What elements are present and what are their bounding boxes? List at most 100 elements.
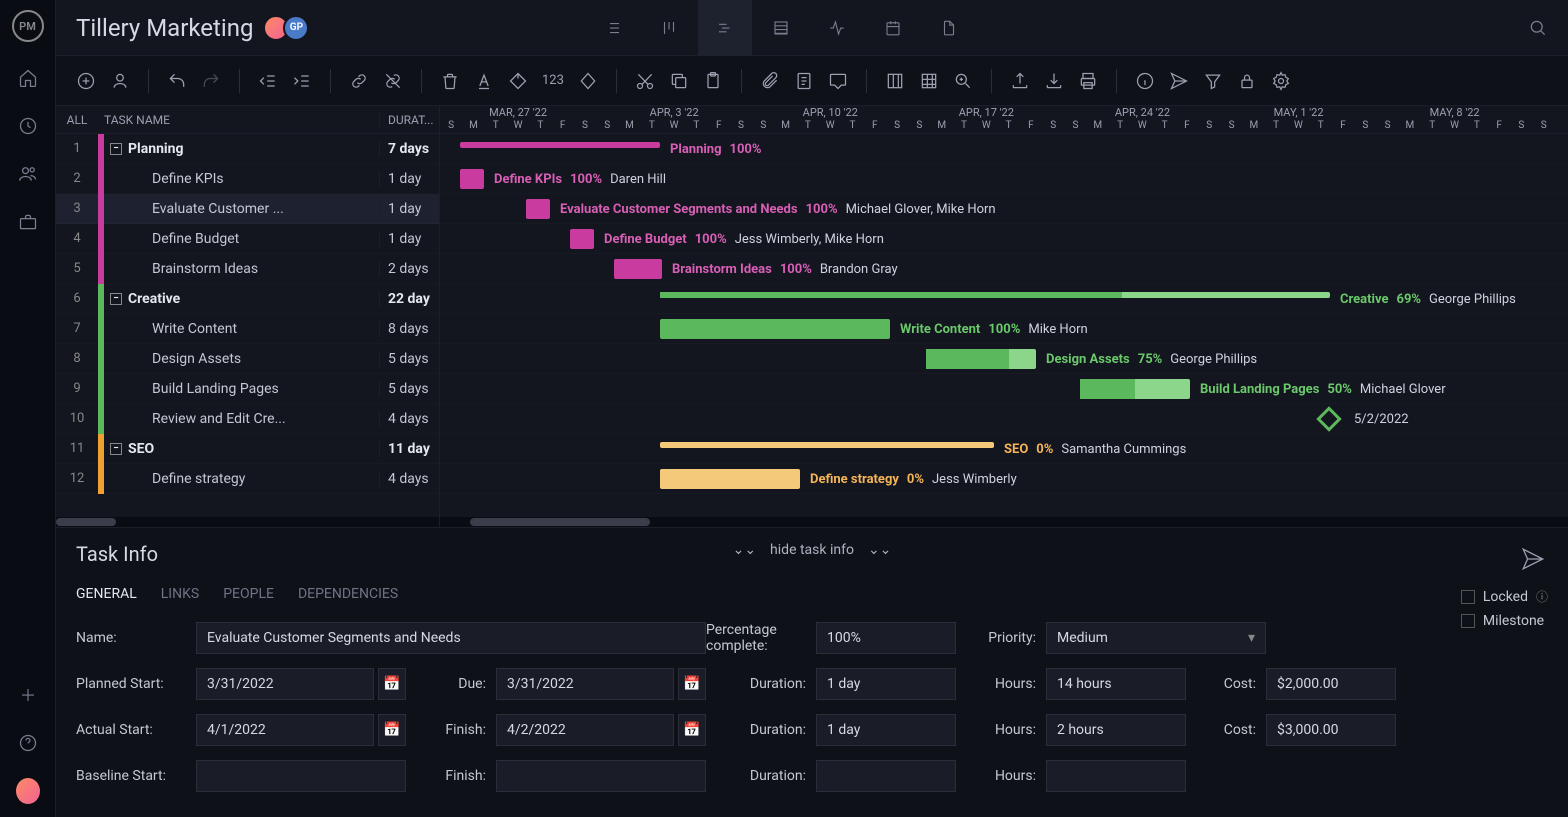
help-icon[interactable] bbox=[16, 731, 40, 755]
note-icon[interactable] bbox=[794, 71, 814, 91]
avatar[interactable]: GP bbox=[283, 15, 309, 41]
pct-field[interactable]: 100% bbox=[816, 622, 956, 654]
baseline-start-field[interactable] bbox=[196, 760, 406, 792]
outdent-icon[interactable] bbox=[258, 71, 278, 91]
locked-checkbox[interactable]: Lockedⓘ bbox=[1461, 588, 1548, 605]
table-row[interactable]: 12Define strategy4 days bbox=[56, 464, 439, 494]
send-icon[interactable] bbox=[1169, 71, 1189, 91]
import-icon[interactable] bbox=[1044, 71, 1064, 91]
gantt-bar[interactable] bbox=[660, 292, 1330, 298]
col-all[interactable]: ALL bbox=[56, 113, 98, 127]
table-row[interactable]: 3Evaluate Customer ...1 day bbox=[56, 194, 439, 224]
copy-icon[interactable] bbox=[669, 71, 689, 91]
table-row[interactable]: 11−SEO11 day bbox=[56, 434, 439, 464]
table-row[interactable]: 5Brainstorm Ideas2 days bbox=[56, 254, 439, 284]
text-color-icon[interactable] bbox=[474, 71, 494, 91]
actual-start-field[interactable]: 4/1/2022 bbox=[196, 714, 374, 746]
gantt-bar[interactable] bbox=[614, 259, 662, 279]
columns-icon[interactable] bbox=[885, 71, 905, 91]
print-icon[interactable] bbox=[1078, 71, 1098, 91]
indent-icon[interactable] bbox=[292, 71, 312, 91]
calendar-icon[interactable]: 📅 bbox=[378, 714, 406, 746]
gantt-bar[interactable] bbox=[1080, 379, 1190, 399]
cost-field[interactable]: $2,000.00 bbox=[1266, 668, 1396, 700]
tab-general[interactable]: GENERAL bbox=[76, 586, 137, 602]
undo-icon[interactable] bbox=[167, 71, 187, 91]
view-activity-icon[interactable] bbox=[810, 0, 864, 56]
table-row[interactable]: 4Define Budget1 day bbox=[56, 224, 439, 254]
table-scrollbar[interactable] bbox=[56, 517, 439, 527]
view-gantt-icon[interactable] bbox=[698, 0, 752, 56]
duration-field[interactable]: 1 day bbox=[816, 668, 956, 700]
table-row[interactable]: 6−Creative22 day bbox=[56, 284, 439, 314]
search-icon[interactable] bbox=[1528, 18, 1548, 38]
lock-icon[interactable] bbox=[1237, 71, 1257, 91]
people-icon[interactable] bbox=[16, 162, 40, 186]
tab-people[interactable]: PEOPLE bbox=[223, 586, 274, 602]
member-avatars[interactable]: GP bbox=[269, 15, 309, 41]
hours-field[interactable]: 14 hours bbox=[1046, 668, 1186, 700]
col-duration[interactable]: DURAT... bbox=[379, 113, 439, 127]
tag-icon[interactable] bbox=[508, 71, 528, 91]
zoom-icon[interactable] bbox=[953, 71, 973, 91]
add-icon[interactable] bbox=[16, 683, 40, 707]
gantt-bar[interactable] bbox=[460, 142, 660, 148]
gantt-bar[interactable] bbox=[660, 442, 994, 448]
planned-start-field[interactable]: 3/31/2022 bbox=[196, 668, 374, 700]
grid-icon[interactable] bbox=[919, 71, 939, 91]
view-files-icon[interactable] bbox=[922, 0, 976, 56]
settings-icon[interactable] bbox=[1271, 71, 1291, 91]
link-icon[interactable] bbox=[349, 71, 369, 91]
duration-field[interactable]: 1 day bbox=[816, 714, 956, 746]
comment-icon[interactable] bbox=[828, 71, 848, 91]
calendar-icon[interactable]: 📅 bbox=[678, 668, 706, 700]
finish-field[interactable]: 4/2/2022 bbox=[496, 714, 674, 746]
view-list-icon[interactable] bbox=[586, 0, 640, 56]
gantt-scrollbar[interactable] bbox=[440, 517, 1568, 527]
gantt-bar[interactable] bbox=[526, 199, 550, 219]
app-logo[interactable]: PM bbox=[12, 10, 44, 42]
info-icon[interactable] bbox=[1135, 71, 1155, 91]
due-field[interactable]: 3/31/2022 bbox=[496, 668, 674, 700]
hide-task-info-button[interactable]: ⌄⌄ hide task info ⌄⌄ bbox=[733, 542, 892, 558]
delete-icon[interactable] bbox=[440, 71, 460, 91]
milestone-icon[interactable] bbox=[578, 71, 598, 91]
add-task-icon[interactable] bbox=[76, 71, 96, 91]
gantt-bar[interactable] bbox=[926, 349, 1036, 369]
cost-field[interactable]: $3,000.00 bbox=[1266, 714, 1396, 746]
table-row[interactable]: 10Review and Edit Cre...4 days bbox=[56, 404, 439, 434]
hours-field[interactable]: 2 hours bbox=[1046, 714, 1186, 746]
table-row[interactable]: 1−Planning7 days bbox=[56, 134, 439, 164]
baseline-hours-field[interactable] bbox=[1046, 760, 1186, 792]
table-row[interactable]: 8Design Assets5 days bbox=[56, 344, 439, 374]
gantt-bar[interactable] bbox=[460, 169, 484, 189]
tab-links[interactable]: LINKS bbox=[161, 586, 199, 602]
clock-icon[interactable] bbox=[16, 114, 40, 138]
export-icon[interactable] bbox=[1010, 71, 1030, 91]
paste-icon[interactable] bbox=[703, 71, 723, 91]
home-icon[interactable] bbox=[16, 66, 40, 90]
cut-icon[interactable] bbox=[635, 71, 655, 91]
view-calendar-icon[interactable] bbox=[866, 0, 920, 56]
send-icon[interactable] bbox=[1520, 546, 1546, 572]
table-row[interactable]: 2Define KPIs1 day bbox=[56, 164, 439, 194]
view-sheet-icon[interactable] bbox=[754, 0, 808, 56]
name-field[interactable]: Evaluate Customer Segments and Needs bbox=[196, 622, 706, 654]
assign-icon[interactable] bbox=[110, 71, 130, 91]
gantt-bar[interactable] bbox=[660, 469, 800, 489]
tab-dependencies[interactable]: DEPENDENCIES bbox=[298, 586, 398, 602]
col-name[interactable]: TASK NAME bbox=[98, 113, 379, 127]
milestone-checkbox[interactable]: Milestone bbox=[1461, 613, 1548, 629]
priority-select[interactable]: Medium▾ bbox=[1046, 622, 1266, 654]
filter-icon[interactable] bbox=[1203, 71, 1223, 91]
calendar-icon[interactable]: 📅 bbox=[378, 668, 406, 700]
user-avatar-icon[interactable] bbox=[16, 779, 40, 803]
view-board-icon[interactable] bbox=[642, 0, 696, 56]
baseline-finish-field[interactable] bbox=[496, 760, 706, 792]
milestone-diamond[interactable] bbox=[1316, 406, 1341, 431]
calendar-icon[interactable]: 📅 bbox=[678, 714, 706, 746]
briefcase-icon[interactable] bbox=[16, 210, 40, 234]
table-row[interactable]: 7Write Content8 days bbox=[56, 314, 439, 344]
redo-icon[interactable] bbox=[201, 71, 221, 91]
baseline-duration-field[interactable] bbox=[816, 760, 956, 792]
